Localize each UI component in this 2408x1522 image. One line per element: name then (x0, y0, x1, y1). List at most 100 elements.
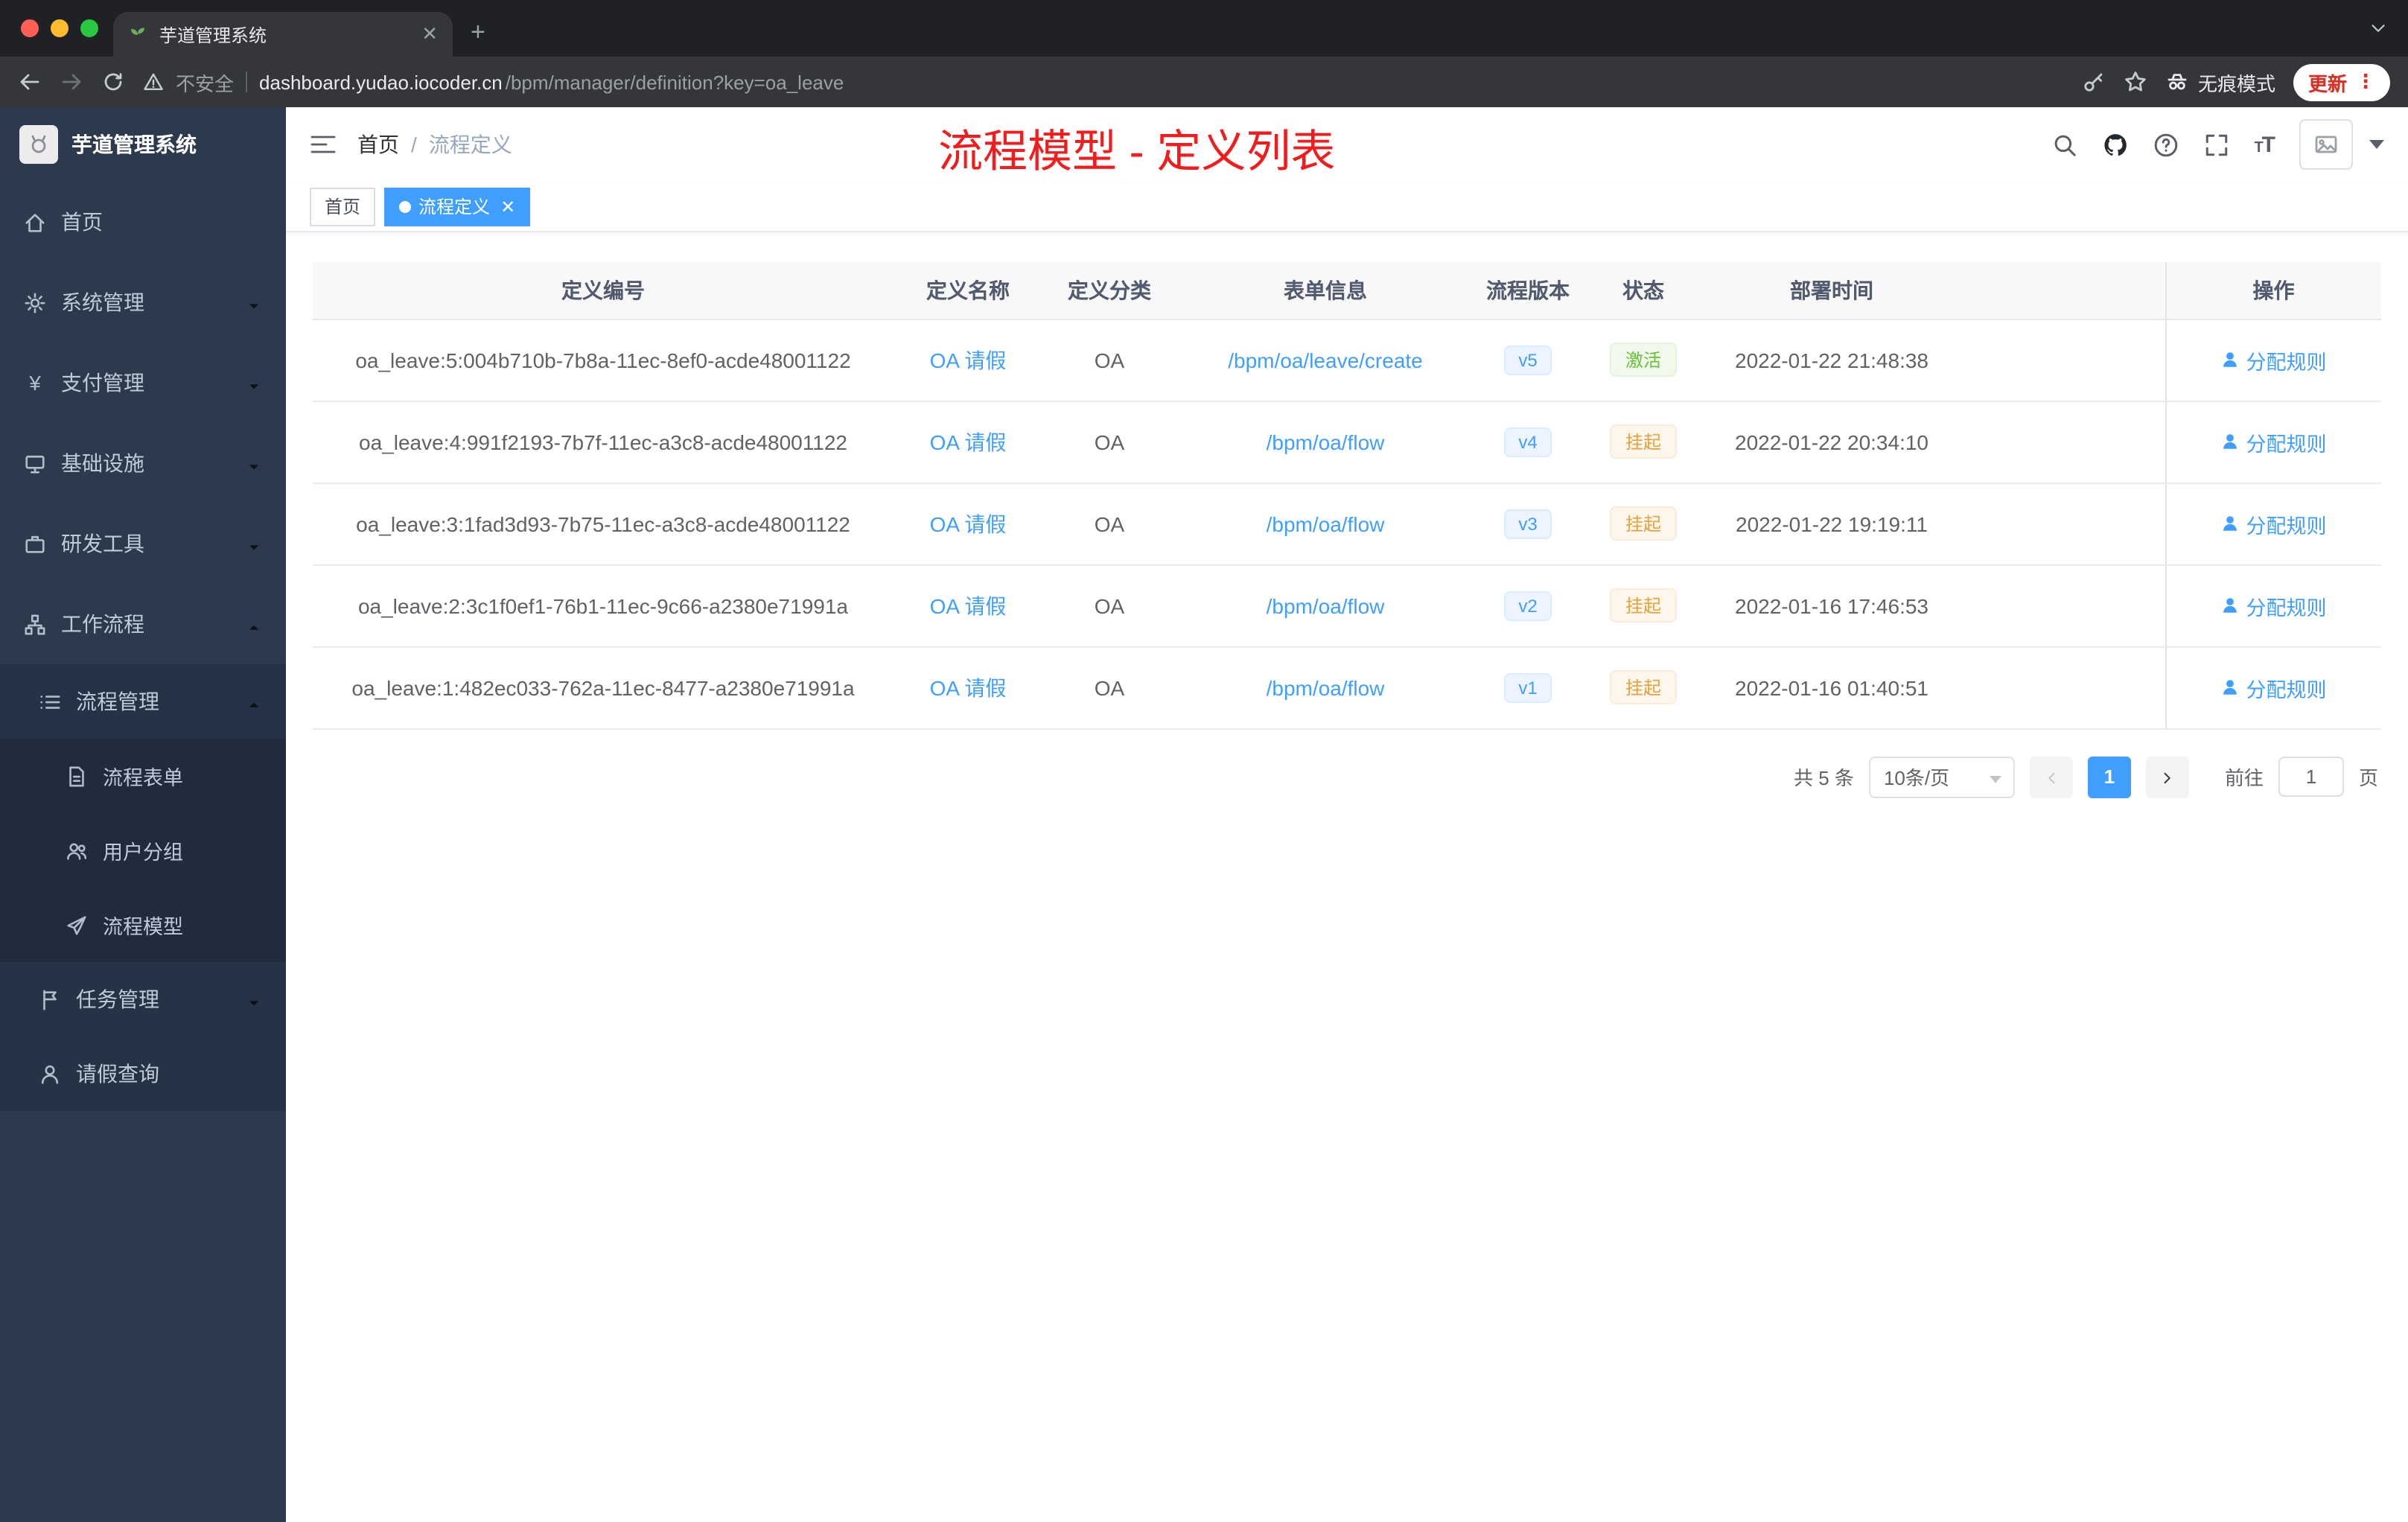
briefcase-icon (24, 532, 46, 555)
sidebar-item-infrastructure[interactable]: 基础设施 (0, 423, 286, 503)
tag-process-definition[interactable]: 流程定义 ✕ (384, 187, 531, 226)
sidebar-item-process-management[interactable]: 流程管理 (0, 664, 286, 739)
sidebar-item-task-management[interactable]: 任务管理 (0, 962, 286, 1037)
user-icon (2221, 350, 2240, 369)
list-icon (39, 690, 61, 713)
address-bar[interactable]: 不安全 dashboard.yudao.iocoder.cn /bpm/mana… (143, 68, 2064, 96)
broken-image-icon (2314, 133, 2338, 156)
category-text: OA (1042, 319, 1176, 401)
deploy-time: 2022-01-16 17:46:53 (1705, 564, 1958, 647)
form-link[interactable]: /bpm/oa/flow (1267, 675, 1385, 699)
sidebar-item-payment[interactable]: ¥ 支付管理 (0, 343, 286, 423)
assign-rule-link[interactable]: 分配规则 (2221, 345, 2327, 375)
sidebar-item-system[interactable]: 系统管理 (0, 262, 286, 343)
page-number-button[interactable]: 1 (2087, 756, 2131, 797)
back-button[interactable] (18, 70, 42, 94)
page-size-value: 10条/页 (1883, 767, 1950, 789)
page-unit-label: 页 (2358, 767, 2378, 789)
chevron-up-icon (246, 693, 262, 710)
minimize-window-button[interactable] (51, 19, 69, 37)
assign-rule-link[interactable]: 分配规则 (2221, 427, 2327, 456)
bookmark-star-icon[interactable] (2124, 70, 2147, 94)
sidebar-item-user-group[interactable]: 用户分组 (0, 813, 286, 888)
user-icon (2221, 596, 2240, 615)
avatar[interactable] (2299, 119, 2353, 170)
search-icon[interactable] (2051, 132, 2077, 157)
assign-rule-link[interactable]: 分配规则 (2221, 509, 2327, 538)
col-header-action: 操作 (2165, 262, 2381, 319)
page-goto-input[interactable] (2278, 757, 2344, 797)
page-header: 首页 / 流程定义 流程模型 - 定义列表 TT (286, 107, 2408, 182)
version-tag: v2 (1503, 590, 1552, 620)
users-icon (66, 839, 88, 862)
help-icon[interactable] (2153, 132, 2178, 157)
forward-button[interactable] (60, 70, 83, 94)
sidebar-item-devtools[interactable]: 研发工具 (0, 503, 286, 584)
status-badge: 挂起 (1610, 506, 1676, 541)
definition-id: oa_leave:3:1fad3d93-7b75-11ec-a3c8-acde4… (313, 483, 894, 565)
chevron-down-icon (246, 535, 262, 552)
sidebar-item-label: 基础设施 (61, 451, 144, 475)
font-size-icon[interactable]: TT (2254, 132, 2275, 157)
assign-rule-link[interactable]: 分配规则 (2221, 672, 2327, 702)
home-icon (24, 211, 46, 233)
form-link[interactable]: /bpm/oa/leave/create (1228, 348, 1423, 372)
user-icon (2221, 678, 2240, 697)
password-key-icon[interactable] (2082, 70, 2106, 94)
page-size-select[interactable]: 10条/页 (1868, 756, 2015, 797)
definition-name-link[interactable]: OA 请假 (930, 512, 1007, 535)
definition-name-link[interactable]: OA 请假 (930, 593, 1007, 617)
table-row: oa_leave:4:991f2193-7b7f-11ec-a3c8-acde4… (313, 401, 2381, 483)
chevron-down-icon (1989, 775, 2001, 783)
fullscreen-icon[interactable] (2203, 132, 2229, 157)
tab-close-icon[interactable]: ✕ (421, 22, 438, 46)
avatar-caret-icon[interactable] (2369, 140, 2384, 149)
sidebar-item-workflow[interactable]: 工作流程 (0, 584, 286, 664)
table-header-row: 定义编号 定义名称 定义分类 表单信息 流程版本 状态 部署时间 操作 (313, 262, 2381, 319)
sidebar-logo[interactable]: 芋道管理系统 (0, 107, 286, 182)
close-window-button[interactable] (21, 19, 39, 37)
definition-name-link[interactable]: OA 请假 (930, 430, 1007, 453)
github-icon[interactable] (2102, 132, 2127, 157)
sidebar-item-process-form[interactable]: 流程表单 (0, 739, 286, 813)
assign-rule-link[interactable]: 分配规则 (2221, 590, 2327, 620)
sidebar-item-home[interactable]: 首页 (0, 182, 286, 262)
tab-title: 芋道管理系统 (159, 25, 267, 45)
deploy-time: 2022-01-22 21:48:38 (1705, 319, 1958, 401)
breadcrumb-home[interactable]: 首页 (357, 130, 399, 159)
chevron-down-icon (246, 991, 262, 1007)
version-tag: v3 (1503, 509, 1552, 538)
category-text: OA (1042, 483, 1176, 565)
definition-name-link[interactable]: OA 请假 (930, 348, 1007, 372)
form-link[interactable]: /bpm/oa/flow (1267, 593, 1385, 617)
prev-page-button[interactable] (2029, 756, 2073, 797)
reload-button[interactable] (101, 70, 125, 94)
browser-update-button[interactable]: 更新 ⋮ (2293, 63, 2390, 101)
browser-tab[interactable]: 芋道管理系统 ✕ (113, 12, 453, 57)
zoom-window-button[interactable] (80, 19, 98, 37)
col-header-deploy-time: 部署时间 (1705, 262, 1958, 319)
form-link[interactable]: /bpm/oa/flow (1267, 430, 1385, 453)
col-header-id: 定义编号 (313, 262, 894, 319)
sidebar-item-process-model[interactable]: 流程模型 (0, 888, 286, 962)
sidebar-toggle-icon[interactable] (310, 133, 337, 156)
definition-name-link[interactable]: OA 请假 (930, 675, 1007, 699)
new-tab-button[interactable]: + (471, 18, 485, 48)
goto-label: 前往 (2224, 767, 2264, 789)
sidebar-item-label: 系统管理 (61, 290, 144, 314)
category-text: OA (1042, 564, 1176, 647)
window-controls (21, 19, 98, 37)
browser-window: 芋道管理系统 ✕ + 不安全 dashboard.yudao.iocoder.c… (0, 0, 2408, 1522)
tag-close-icon[interactable]: ✕ (500, 196, 515, 217)
col-header-name: 定义名称 (894, 262, 1042, 319)
tag-home[interactable]: 首页 (310, 187, 376, 226)
sidebar-item-label: 流程模型 (103, 916, 183, 938)
yen-icon: ¥ (29, 371, 41, 395)
chevron-down-icon (246, 455, 262, 471)
kebab-menu-icon[interactable]: ⋮ (2356, 70, 2375, 94)
annotation-title: 流程模型 - 定义列表 (938, 128, 1336, 177)
form-link[interactable]: /bpm/oa/flow (1267, 512, 1385, 535)
sidebar-item-leave-query[interactable]: 请假查询 (0, 1037, 286, 1111)
next-page-button[interactable] (2145, 756, 2189, 797)
tab-search-chevron-icon[interactable] (2369, 18, 2387, 36)
